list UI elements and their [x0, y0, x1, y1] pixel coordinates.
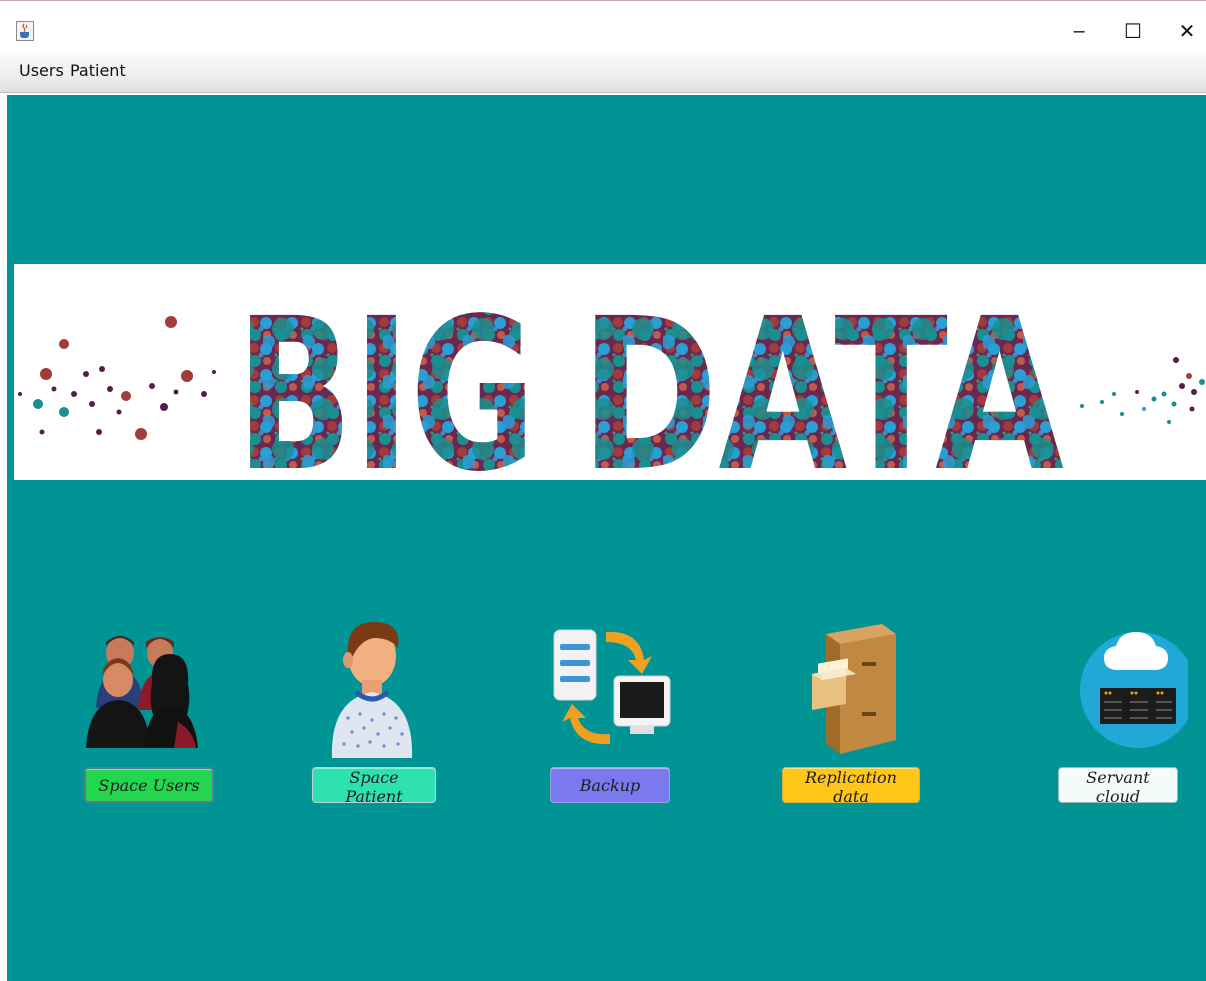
window-titlebar: – ☐ ✕ — [0, 0, 1206, 53]
feature-space-users: Space Users — [58, 615, 238, 815]
patient-icon — [331, 621, 413, 758]
big-data-artwork: BIG BIG DATA DATA — [18, 273, 1205, 480]
feature-replication-data: Replication data — [762, 615, 942, 815]
replication-data-button[interactable]: Replication data — [782, 767, 920, 806]
maximize-button[interactable]: ☐ — [1110, 13, 1156, 49]
filing-cabinet-icon — [812, 623, 896, 754]
menu-patient[interactable]: Patient — [70, 61, 126, 80]
backup-sync-icon — [553, 629, 671, 744]
menu-users[interactable]: Users — [19, 61, 64, 80]
svg-text:DATA: DATA — [580, 273, 1064, 480]
minimize-button[interactable]: – — [1056, 13, 1102, 49]
scatter-dots-right — [1080, 357, 1205, 424]
space-users-button[interactable]: Space Users — [84, 767, 214, 803]
servant-cloud-button[interactable]: Servant cloud — [1058, 767, 1178, 806]
users-group-icon — [86, 635, 198, 748]
space-patient-button[interactable]: Space Patient — [312, 767, 436, 806]
menu-bar: Users Patient — [0, 52, 1206, 93]
feature-space-patient: Space Patient — [284, 615, 464, 815]
feature-servant-cloud: Servant cloud — [1028, 615, 1206, 815]
backup-button[interactable]: Backup — [550, 767, 670, 803]
feature-backup: Backup — [520, 615, 700, 815]
big-data-banner: BIG BIG DATA DATA — [14, 264, 1206, 480]
close-button[interactable]: ✕ — [1164, 13, 1206, 49]
cloud-server-icon — [1080, 631, 1188, 748]
svg-text:BIG: BIG — [236, 273, 536, 480]
main-panel — [7, 95, 1206, 981]
big-data-letters: BIG BIG DATA DATA — [236, 273, 1064, 480]
scatter-dots-left — [18, 316, 216, 440]
java-cup-icon[interactable] — [16, 21, 34, 41]
